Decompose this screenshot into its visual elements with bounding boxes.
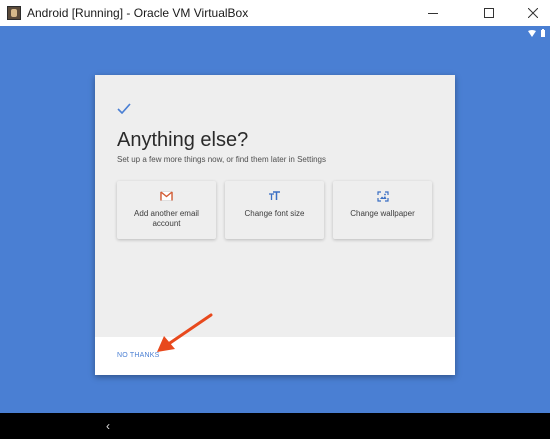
font-size-icon xyxy=(268,191,280,200)
dialog-footer: NO THANKS xyxy=(95,337,455,375)
android-screen: Anything else? Set up a few more things … xyxy=(0,26,550,413)
card-label: Add another email account xyxy=(134,209,199,228)
add-email-account-card[interactable]: Add another email account xyxy=(117,181,216,239)
back-button[interactable]: ‹ xyxy=(106,419,110,433)
change-font-size-card[interactable]: Change font size xyxy=(225,181,324,239)
dialog-subtitle: Set up a few more things now, or find th… xyxy=(117,155,326,164)
change-wallpaper-card[interactable]: Change wallpaper xyxy=(333,181,432,239)
card-label: Change font size xyxy=(244,209,305,218)
android-navigation-bar: ‹ xyxy=(0,413,550,439)
wifi-icon xyxy=(528,29,536,37)
wallpaper-icon xyxy=(376,191,389,202)
close-icon xyxy=(528,8,538,18)
gmail-icon xyxy=(160,191,173,201)
battery-icon xyxy=(541,29,545,37)
annotation-arrow-icon xyxy=(157,313,213,352)
dialog-title: Anything else? xyxy=(117,129,249,151)
minimize-button[interactable] xyxy=(416,0,450,26)
window-title: Android [Running] - Oracle VM VirtualBox xyxy=(27,6,249,20)
setup-dialog: Anything else? Set up a few more things … xyxy=(95,75,455,375)
minimize-icon xyxy=(428,13,438,14)
maximize-button[interactable] xyxy=(472,0,506,26)
window-titlebar: Android [Running] - Oracle VM VirtualBox xyxy=(0,0,550,26)
card-label: Change wallpaper xyxy=(350,209,415,218)
virtualbox-vm-icon xyxy=(7,6,21,20)
no-thanks-button[interactable]: NO THANKS xyxy=(117,352,160,359)
status-bar xyxy=(528,29,546,37)
check-icon xyxy=(117,103,131,114)
maximize-icon xyxy=(484,8,494,18)
close-button[interactable] xyxy=(516,0,550,26)
